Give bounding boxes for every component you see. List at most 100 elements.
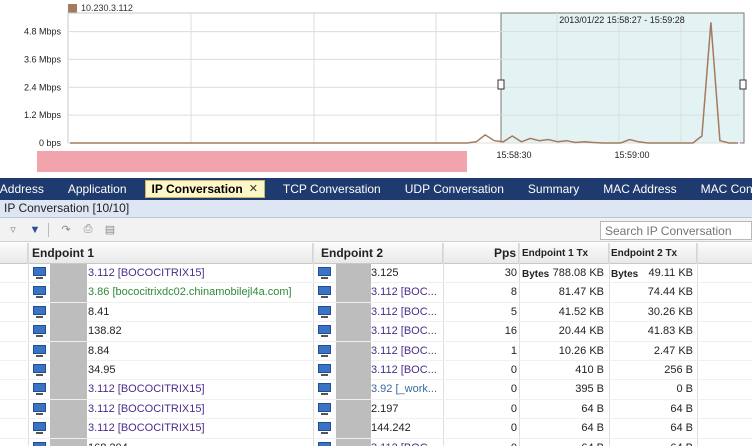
top-filter-icon[interactable]: ▼ — [26, 222, 44, 238]
redacted-ip — [50, 283, 87, 303]
ep1-tx-bytes-value: 788.08 KB — [552, 267, 604, 279]
ep2-tx-bytes-value: 64 B — [670, 422, 693, 435]
tab-mac-conve[interactable]: MAC Conve — [689, 178, 752, 200]
redacted-ip — [336, 360, 371, 380]
pps-value: 1 — [510, 344, 517, 357]
search-input[interactable] — [600, 221, 752, 240]
computer-icon — [33, 422, 46, 435]
tab-summary[interactable]: Summary — [516, 178, 591, 200]
header-ep2-tx-bytes[interactable]: Endpoint 2 Tx Bytes — [609, 243, 697, 280]
endpoint1-value: 138.82 — [88, 325, 122, 338]
endpoint2-value: 144.242 — [371, 422, 411, 435]
header-pps[interactable]: Pps — [443, 243, 519, 264]
ep2-tx-bytes-value: 41.83 KB — [647, 325, 693, 338]
redacted-ip — [50, 419, 87, 439]
redacted-ip — [50, 380, 87, 400]
endpoint1-value: 3.112 [BOCOCITRIX15] — [88, 402, 205, 415]
table-row[interactable]: 168.2043.112 [BOC...064 B64 B — [0, 438, 752, 446]
computer-icon — [318, 402, 331, 416]
tab-application[interactable]: Application — [56, 178, 139, 200]
redacted-ip — [336, 438, 371, 446]
endpoint1-value: 3.112 [BOCOCITRIX15] — [88, 422, 205, 435]
table-row[interactable]: 3.112 [BOCOCITRIX15] 2.197 0 64 B 64 B — [0, 399, 752, 420]
table-row[interactable]: 34.95 3.112 [BOC... 0 410 B 256 B — [0, 360, 752, 381]
computer-icon — [33, 305, 46, 319]
app-window: 10.230.3.112 4.8 Mbps 3.6 Mbps 2.4 Mbps 1.2… — [0, 0, 752, 446]
tab-tcp-conversation[interactable]: TCP Conversation — [271, 178, 393, 200]
table-row[interactable]: 3.112 [BOCOCITRIX15] 3.125 30 788.08 KB 49.1… — [0, 264, 752, 284]
computer-icon — [318, 383, 331, 396]
tab-label: Application — [67, 182, 127, 196]
redacted-ip — [50, 360, 87, 380]
y-tick-label: 2.4 Mbps — [24, 82, 62, 92]
endpoint1-value: 8.84 — [88, 344, 110, 357]
endpoint2-value: 3.112 [BOC... — [371, 439, 441, 446]
endpoint2-value: 2.197 — [371, 402, 399, 415]
filter-icon[interactable]: ▿ — [4, 222, 22, 238]
header-ep1-tx-bytes[interactable]: Endpoint 1 Tx Bytes — [519, 243, 609, 280]
redacted-ip — [336, 380, 371, 400]
header-select-col[interactable] — [0, 243, 28, 264]
computer-icon — [318, 305, 331, 319]
redacted-ip — [50, 264, 87, 283]
endpoint2-value: 3.112 [BOC... — [371, 363, 437, 376]
ep1-tx-bytes-value: 410 B — [575, 363, 604, 376]
computer-icon — [33, 267, 46, 280]
pps-value: 0 — [443, 439, 517, 446]
ep1-tx-bytes-value: 64 B — [581, 422, 604, 435]
tab-mac-address[interactable]: MAC Address — [591, 178, 688, 200]
table-row[interactable]: 8.41 3.112 [BOC... 5 41.52 KB 30.26 KB — [0, 302, 752, 323]
time-range-bar[interactable] — [37, 151, 467, 172]
selection-handle-right — [739, 79, 747, 90]
table-row[interactable]: 8.84 3.112 [BOC... 1 10.26 KB 2.47 KB — [0, 341, 752, 361]
pps-value: 8 — [510, 286, 517, 299]
redacted-ip — [336, 322, 371, 342]
traffic-chart[interactable]: 4.8 Mbps 3.6 Mbps 2.4 Mbps 1.2 Mbps 0 bps 201… — [0, 0, 752, 175]
y-tick-label: 3.6 Mbps — [24, 54, 62, 64]
ep2-tx-bytes-value: 30.26 KB — [647, 305, 693, 318]
ep1-tx-bytes-value: 20.44 KB — [558, 325, 604, 338]
redacted-ip — [50, 341, 87, 361]
redacted-ip — [336, 302, 371, 322]
computer-icon — [33, 402, 46, 416]
close-tab-icon[interactable]: ✕ — [249, 181, 258, 197]
table-row[interactable]: 3.86 [bococitrixdc02.chinamobilejl4a.com… — [0, 283, 752, 303]
pps-value: 30 — [504, 267, 517, 279]
tab-ip-address[interactable]: IP Address — [0, 178, 56, 200]
print-icon[interactable]: ⎙ — [79, 222, 97, 238]
view-tabbar: IP Address Application IP Conversation ✕ TCP… — [0, 178, 752, 200]
endpoint1-value: 168.204 — [88, 439, 312, 446]
endpoint1-value: 3.86 [bococitrixdc02.chinamobilejl4a.com… — [88, 286, 292, 299]
copy-icon[interactable]: ▤ — [101, 222, 119, 238]
ep1-tx-bytes-value: 41.52 KB — [558, 305, 604, 318]
endpoint1-value: 8.41 — [88, 305, 110, 318]
computer-icon — [318, 422, 331, 435]
tab-ip-conversation[interactable]: IP Conversation ✕ — [144, 180, 265, 198]
table-row[interactable]: 3.112 [BOCOCITRIX15] 3.92 [_work... 0 395 B… — [0, 380, 752, 400]
computer-icon — [33, 286, 46, 299]
selection-time-range-label: 2013/01/22 15:58:27 - 15:59:28 — [559, 15, 685, 25]
pps-value: 16 — [504, 325, 517, 338]
redacted-ip — [336, 264, 371, 283]
endpoint2-value: 3.112 [BOC... — [371, 325, 437, 338]
endpoint2-value: 3.125 — [371, 267, 399, 279]
redacted-ip — [336, 419, 371, 439]
pps-value: 0 — [510, 402, 517, 415]
computer-icon — [33, 441, 46, 446]
tab-udp-conversation[interactable]: UDP Conversation — [393, 178, 516, 200]
redacted-ip — [336, 283, 371, 303]
header-endpoint1[interactable]: Endpoint 1 — [28, 243, 313, 264]
pps-value: 5 — [510, 305, 517, 318]
redacted-ip — [50, 438, 87, 446]
ep1-tx-bytes-value: 64 B — [519, 439, 604, 446]
selection-handle-left — [497, 79, 505, 90]
export-icon[interactable]: ↷ — [57, 222, 75, 238]
ep2-tx-bytes-value: 49.11 KB — [648, 267, 693, 279]
table-row[interactable]: 138.82 3.112 [BOC... 16 20.44 KB 41.83 KB — [0, 322, 752, 342]
tab-label: TCP Conversation — [282, 182, 381, 196]
header-endpoint2[interactable]: Endpoint 2 — [313, 243, 443, 264]
x-tick-label: 15:59:00 — [614, 150, 649, 160]
ep1-tx-bytes-value: 395 B — [575, 383, 604, 396]
table-row[interactable]: 3.112 [BOCOCITRIX15] 144.242 0 64 B 64 B — [0, 419, 752, 439]
computer-icon — [318, 441, 331, 446]
